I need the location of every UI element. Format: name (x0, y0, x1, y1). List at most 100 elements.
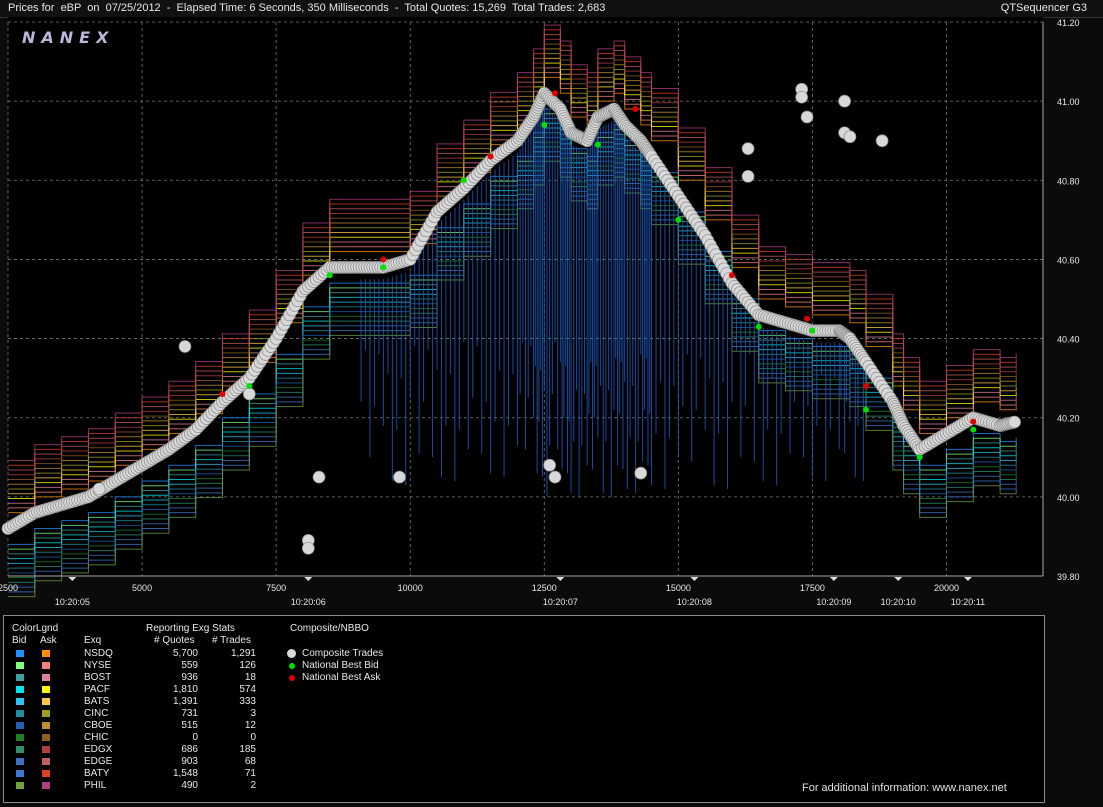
chart-window: Prices for eBP on 07/25/2012 - Elapsed T… (0, 0, 1103, 807)
national-best-ask-point (728, 272, 735, 279)
legend-quote-count: 1,548 (172, 768, 198, 779)
composite-trade-outlier (548, 470, 562, 484)
x-tick-label: 15000 (666, 583, 691, 593)
x-tick-label: 7500 (266, 583, 286, 593)
legend-quote-count: 490 (181, 780, 198, 791)
legend-trade-count: 71 (244, 768, 256, 779)
composite-trade-outlier (634, 466, 648, 480)
national-best-bid-point (970, 426, 977, 433)
price-chart: 41.20 41.00 40.80 40.60 40.40 40.20 40.00 39.80… (0, 17, 1080, 607)
legend-quote-count: 903 (181, 756, 198, 767)
y-tick-label: 41.20 (1057, 18, 1080, 28)
national-best-ask-point (380, 256, 387, 263)
composite-trade-point (1008, 415, 1021, 429)
legend-stats-heading: Reporting Exg Stats (146, 623, 235, 634)
y-tick-label: 40.40 (1057, 335, 1080, 345)
legend-trade-count: 18 (244, 672, 256, 683)
bid-color-swatch (16, 722, 24, 729)
time-label: 10:20:05 (55, 597, 90, 607)
national-best-ask-point (632, 106, 639, 113)
composite-trade-outlier (741, 169, 755, 183)
x-tick-label: 17500 (800, 583, 825, 593)
legend-row: BATS 1,391 333 (4, 696, 274, 708)
legend-trade-count: 3 (250, 708, 256, 719)
legend-quote-count: 5,700 (172, 648, 198, 659)
ask-color-swatch (42, 770, 50, 777)
composite-trade-outlier (178, 340, 192, 353)
bid-color-swatch (16, 746, 24, 753)
composite-trade-outlier (393, 470, 406, 484)
app-name: QTSequencer G3 (1000, 2, 1087, 14)
composite-trade-outlier (741, 142, 755, 155)
bid-color-swatch (16, 710, 24, 717)
composite-trade-outlier (301, 541, 315, 555)
national-best-bid-point (326, 272, 333, 279)
national-best-bid-point (541, 121, 548, 128)
bid-color-swatch (16, 734, 24, 741)
bid-color-swatch (16, 782, 24, 789)
chart-title: Prices for eBP on 07/25/2012 - Elapsed T… (8, 2, 606, 14)
legend-exchange-name: NYSE (84, 660, 112, 671)
ask-color-swatch (42, 710, 50, 717)
legend-quote-count: 731 (181, 708, 198, 719)
legend-trade-count: 333 (239, 696, 256, 707)
composite-trade-outlier (242, 387, 256, 401)
time-label: 10:20:06 (291, 597, 326, 607)
legend-row: CHIC 0 0 (4, 732, 274, 744)
y-tick-label: 40.00 (1057, 493, 1080, 503)
legend-quote-count: 1,391 (172, 696, 198, 707)
national-best-bid-point (863, 406, 870, 413)
legend-trade-count: 2 (250, 780, 256, 791)
legend-row: BATY 1,548 71 (4, 768, 274, 780)
bid-color-swatch (16, 674, 24, 681)
ask-color-swatch (42, 650, 50, 657)
legend-trades-heading: # Trades (212, 635, 251, 646)
nanex-watermark: NANEX (22, 28, 114, 47)
legend-quote-count: 936 (181, 672, 198, 683)
legend-row: CINC 731 3 (4, 708, 274, 720)
legend-bid-heading: Bid (12, 635, 27, 646)
composite-trade-outlier (92, 482, 106, 496)
legend-row: NSDQ 5,700 1,291 (4, 648, 274, 660)
composite-trade-outlier (800, 110, 814, 124)
time-marker (829, 577, 838, 581)
time-label: 10:20:10 (881, 597, 916, 607)
y-tick-label: 39.80 (1057, 572, 1080, 582)
national-best-bid-point (755, 323, 762, 330)
legend-quote-count: 515 (181, 720, 198, 731)
footer-info: For additional information: www.nanex.ne… (802, 782, 1007, 794)
ask-color-swatch (42, 782, 50, 789)
x-tick-label: 20000 (934, 583, 959, 593)
time-marker (556, 577, 565, 581)
legend-exchange-name: EDGX (84, 744, 113, 755)
national-best-ask-point (804, 315, 811, 322)
composite-trade-outlier (795, 90, 809, 104)
legend-exq-heading: Exq (84, 635, 102, 646)
x-tick-label: 10000 (398, 583, 423, 593)
national-best-ask-point (970, 418, 977, 425)
y-axis: 41.20 41.00 40.80 40.60 40.40 40.20 40.00 39.80 (1042, 18, 1080, 582)
legend-trade-count: 126 (239, 660, 256, 671)
bid-color-swatch (16, 686, 24, 693)
time-label: 10:20:07 (543, 597, 578, 607)
y-tick-label: 41.00 (1057, 97, 1080, 107)
national-best-bid-dot (289, 663, 295, 669)
legend-row: PHIL 490 2 (4, 780, 274, 792)
ask-color-swatch (42, 686, 50, 693)
ask-color-swatch (42, 758, 50, 765)
legend-exchange-name: PACF (84, 684, 110, 695)
x-tick-label: 5000 (132, 583, 152, 593)
legend-ask-heading: Ask (40, 635, 57, 646)
legend-exchange-name: BATS (84, 696, 110, 707)
legend-exchange-name: PHIL (84, 780, 107, 791)
legend-row: CBOE 515 12 (4, 720, 274, 732)
legend-panel: ColorLgnd Bid Ask Reporting Exg Stats Ex… (3, 615, 1045, 803)
bid-color-swatch (16, 758, 24, 765)
composite-trade-outlier (875, 134, 889, 148)
legend-row: PACF 1,810 574 (4, 684, 274, 696)
bid-color-swatch (16, 698, 24, 705)
legend-trade-count: 0 (250, 732, 256, 743)
legend-colorlgnd-heading: ColorLgnd (12, 623, 59, 634)
legend-trade-count: 574 (239, 684, 256, 695)
legend-exchange-name: CINC (84, 708, 109, 719)
